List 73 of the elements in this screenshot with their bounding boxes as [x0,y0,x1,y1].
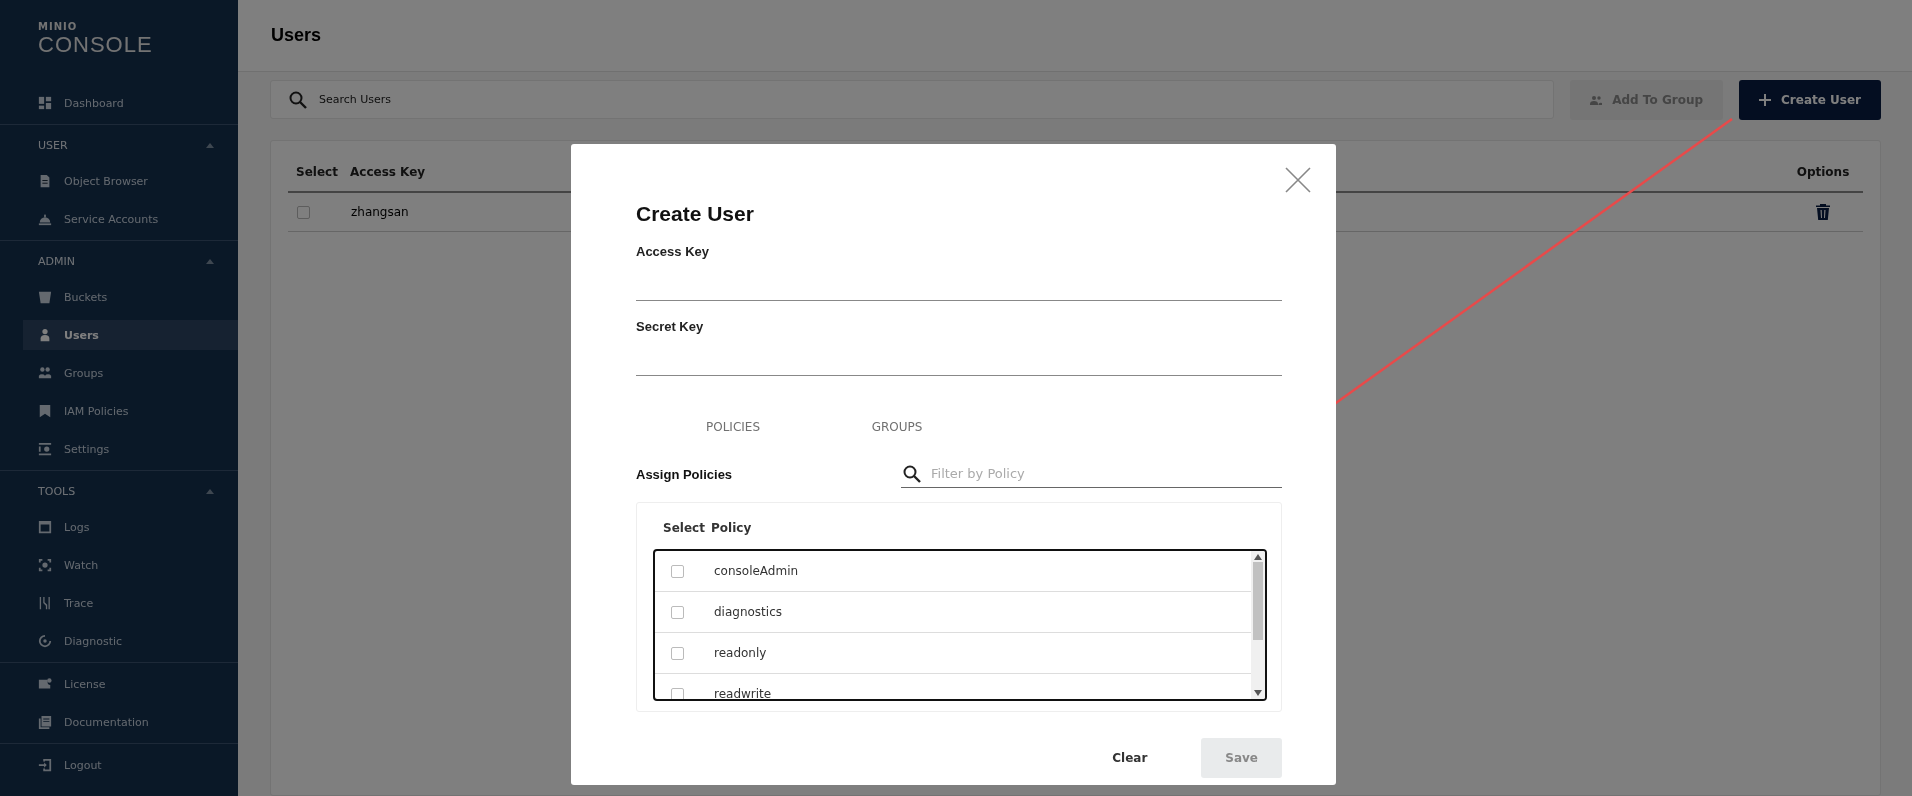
table-cell: zhangsan [351,205,409,219]
sidebar-item[interactable]: License [23,669,238,699]
collapse-caret-icon[interactable] [206,489,214,494]
search-icon [289,90,307,109]
field-label: Secret Key [636,319,705,334]
search-icon [903,464,921,483]
table-cell: readwrite [714,687,772,699]
sidebar-item[interactable]: Dashboard [23,88,238,118]
sidebar-item[interactable]: Documentation [23,707,238,737]
scroll-down-icon[interactable] [1254,690,1262,696]
user-icon [38,328,52,342]
column-header: Options [1795,165,1851,179]
sidebar-item[interactable]: Diagnostic [23,626,238,656]
scrollbar[interactable] [1251,551,1265,699]
checkbox[interactable] [671,687,684,699]
sidebar-item[interactable]: Settings [23,434,238,464]
section-title: Assign Policies [636,467,733,484]
sidebar-item[interactable]: Watch [23,550,238,580]
trace-icon [38,596,52,610]
plus-icon [1759,94,1772,106]
dashboard-icon [38,96,52,110]
search-field[interactable]: Search Users [270,80,1555,119]
table-cell: readonly [714,646,767,660]
table-cell: consoleAdmin [714,564,799,578]
column-header: Select [662,521,706,535]
field-label: Access Key [636,244,710,259]
section-title: ADMIN [38,255,75,268]
checkbox[interactable] [671,646,684,660]
logo-product: CONSOLE [38,34,154,56]
window-icon [38,520,52,534]
tab[interactable]: POLICIES [651,412,815,442]
sidebar-item[interactable]: Object Browser [23,166,238,196]
watch-icon [38,558,52,572]
page-title: Users [271,25,322,46]
license-icon [38,677,52,691]
create-button[interactable]: Create User [1739,80,1881,120]
close-icon[interactable] [1284,166,1312,194]
sidebar-item[interactable]: Users [23,320,238,350]
sidebar-item[interactable]: Buckets [23,282,238,312]
docs-icon [38,715,52,729]
scroll-up-icon[interactable] [1254,554,1262,560]
checkbox[interactable] [297,205,310,219]
column-header: Access Key [350,165,427,179]
section-title: TOOLS [38,485,76,498]
group-icon [1590,94,1603,106]
sidebar-item[interactable]: Logs [23,512,238,542]
sidebar-item[interactable]: Groups [23,358,238,388]
table-cell: diagnostics [714,605,782,619]
collapse-caret-icon[interactable] [206,143,214,148]
clear-button[interactable]: Clear [1088,738,1172,778]
settings-icon [38,442,52,456]
column-header: Select [295,165,339,179]
sidebar-item[interactable]: IAM Policies [23,396,238,426]
file-icon [38,174,52,188]
bookmark-icon [38,404,52,418]
logout-icon [38,758,52,772]
checkbox[interactable] [671,605,684,619]
bucket-icon [38,290,52,304]
column-header: Policy [711,521,752,535]
bell-icon [38,212,52,226]
tab[interactable]: GROUPS [815,412,979,442]
sidebar-item[interactable]: Service Accounts [23,204,238,234]
sidebar-item[interactable]: Logout [23,750,238,780]
collapse-caret-icon[interactable] [206,259,214,264]
dialog-title: Create User [636,202,755,226]
group-icon [38,366,52,380]
checkbox[interactable] [671,564,684,578]
radar-icon [38,634,52,648]
trash-icon[interactable] [1816,204,1830,220]
sidebar-item[interactable]: Trace [23,588,238,618]
section-title: USER [38,139,68,152]
filter-field[interactable]: Filter by Policy [901,460,1282,488]
logo-brand: MINIO [38,22,79,32]
